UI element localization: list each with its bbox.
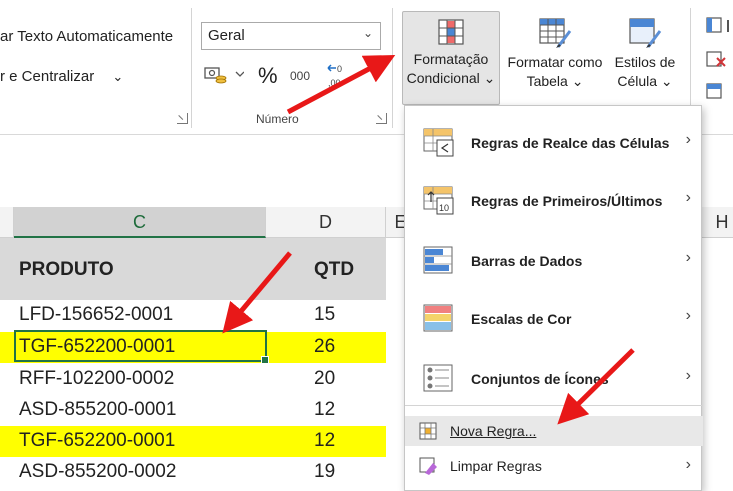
conditional-formatting-menu: Regras de Realce das Células › 10 Regras de… <box>404 105 703 491</box>
format-as-table-line2: Tabela ⌄ <box>526 73 584 89</box>
submenu-arrow-icon: › <box>685 456 691 473</box>
submenu-arrow-icon: › <box>685 367 691 384</box>
table-row: RFF-102200-0002 20 <box>0 364 386 395</box>
product-cell[interactable]: LFD-156652-0001 <box>19 304 173 326</box>
table-row: ASD-855200-0001 12 <box>0 395 386 426</box>
clear-rules-label: Limpar Regras <box>450 458 542 474</box>
color-scales-icon <box>423 304 455 339</box>
menu-item-top-bottom-rules[interactable]: 10 Regras de Primeiros/Últimos › <box>405 172 703 232</box>
menu-item-label: Regras de Realce das Células <box>471 135 670 151</box>
cell-styles-line2: Célula ⌄ <box>617 73 673 89</box>
icon-sets-icon <box>423 364 455 399</box>
menu-item-label: Regras de Primeiros/Últimos <box>471 193 663 209</box>
table-row: LFD-156652-0001 15 <box>0 300 386 331</box>
group-divider <box>191 8 192 128</box>
merge-chevron-icon[interactable]: ⌄ <box>112 69 123 84</box>
conditional-formatting-line2: Condicional ⌄ <box>406 70 496 86</box>
product-cell[interactable]: TGF-652200-0001 <box>19 430 175 452</box>
number-group-label: Número <box>256 112 299 126</box>
merge-center-button[interactable]: r e Centralizar ⌄ <box>0 68 123 85</box>
format-as-table-icon <box>539 18 572 48</box>
merge-center-label: r e Centralizar <box>0 68 95 85</box>
qty-cell[interactable]: 12 <box>314 399 335 421</box>
format-as-table-line1: Formatar como <box>507 54 603 70</box>
column-header-h[interactable]: H <box>702 207 733 238</box>
submenu-arrow-icon: › <box>685 189 691 206</box>
submenu-arrow-icon: › <box>685 249 691 266</box>
svg-text:,00: ,00 <box>328 78 341 88</box>
accounting-format-icon[interactable] <box>204 64 245 91</box>
clear-rules-item[interactable]: Limpar Regras › <box>405 451 703 481</box>
qty-cell[interactable]: 26 <box>314 336 335 358</box>
number-format-combo[interactable]: Geral ⌄ <box>201 22 381 50</box>
menu-item-data-bars[interactable]: Barras de Dados › <box>405 232 703 292</box>
cell-styles-line1: Estilos de <box>614 54 676 70</box>
product-cell[interactable]: ASD-855200-0001 <box>19 399 176 421</box>
number-launcher-icon[interactable] <box>376 113 387 124</box>
submenu-arrow-icon: › <box>685 307 691 324</box>
new-rule-icon <box>419 422 437 440</box>
alignment-launcher-icon[interactable] <box>177 113 188 124</box>
svg-text:10: 10 <box>439 203 449 213</box>
clear-rules-icon <box>419 457 437 475</box>
new-rule-label: Nova Regra... <box>450 423 537 439</box>
chevron-down-icon[interactable]: ⌄ <box>363 26 373 40</box>
group-divider <box>392 8 393 128</box>
cell-styles-button[interactable]: Estilos de Célula ⌄ <box>610 17 680 91</box>
menu-item-icon-sets[interactable]: Conjuntos de Ícones › <box>405 350 703 410</box>
svg-text:0: 0 <box>337 64 342 74</box>
format-as-table-button[interactable]: Formatar como Tabela ⌄ <box>504 17 606 91</box>
product-cell[interactable]: ASD-855200-0002 <box>19 461 176 483</box>
top-bottom-rules-icon: 10 <box>423 186 455 221</box>
qty-cell[interactable]: 12 <box>314 430 335 452</box>
increase-decimal-icon[interactable]: 0 ,00 <box>326 62 350 95</box>
table-row: ASD-855200-0002 19 <box>0 457 386 488</box>
submenu-arrow-icon: › <box>685 131 691 148</box>
menu-item-label: Escalas de Cor <box>471 311 572 327</box>
wrap-text-button[interactable]: ar Texto Automaticamente <box>0 28 173 45</box>
menu-separator <box>405 405 703 406</box>
percent-style-button[interactable]: % <box>258 63 278 89</box>
comma-style-button[interactable]: 000 <box>290 69 310 83</box>
data-bars-icon <box>423 246 455 281</box>
menu-item-label: Conjuntos de Ícones <box>471 371 609 387</box>
qty-cell[interactable]: 15 <box>314 304 335 326</box>
table-header-row: PRODUTO QTD <box>0 238 386 300</box>
menu-item-color-scales[interactable]: Escalas de Cor › <box>405 290 703 350</box>
number-format-value: Geral <box>208 27 245 44</box>
header-produto[interactable]: PRODUTO <box>19 259 114 281</box>
worksheet-grid: PRODUTO QTD LFD-156652-0001 15 TGF-652200-… <box>0 238 400 491</box>
active-cell-border[interactable] <box>14 330 269 364</box>
column-header-b[interactable] <box>0 207 14 238</box>
menu-item-highlight-rules[interactable]: Regras de Realce das Células › <box>405 114 703 174</box>
qty-cell[interactable]: 19 <box>314 461 335 483</box>
column-header-c[interactable]: C <box>14 207 266 238</box>
product-cell[interactable]: RFF-102200-0002 <box>19 368 174 390</box>
insert-cells-icon[interactable] <box>705 16 733 111</box>
cell-styles-icon <box>629 18 662 48</box>
highlight-rules-icon <box>423 128 455 163</box>
conditional-formatting-icon <box>438 19 464 45</box>
header-qtd[interactable]: QTD <box>314 259 354 281</box>
table-row: TGF-652200-0001 12 <box>0 426 386 457</box>
new-rule-item[interactable]: Nova Regra... <box>405 416 703 446</box>
conditional-formatting-line1: Formatação <box>413 51 489 67</box>
conditional-formatting-button[interactable]: Formatação Condicional ⌄ <box>402 11 500 105</box>
menu-item-label: Barras de Dados <box>471 253 583 269</box>
column-header-d[interactable]: D <box>266 207 386 238</box>
qty-cell[interactable]: 20 <box>314 368 335 390</box>
